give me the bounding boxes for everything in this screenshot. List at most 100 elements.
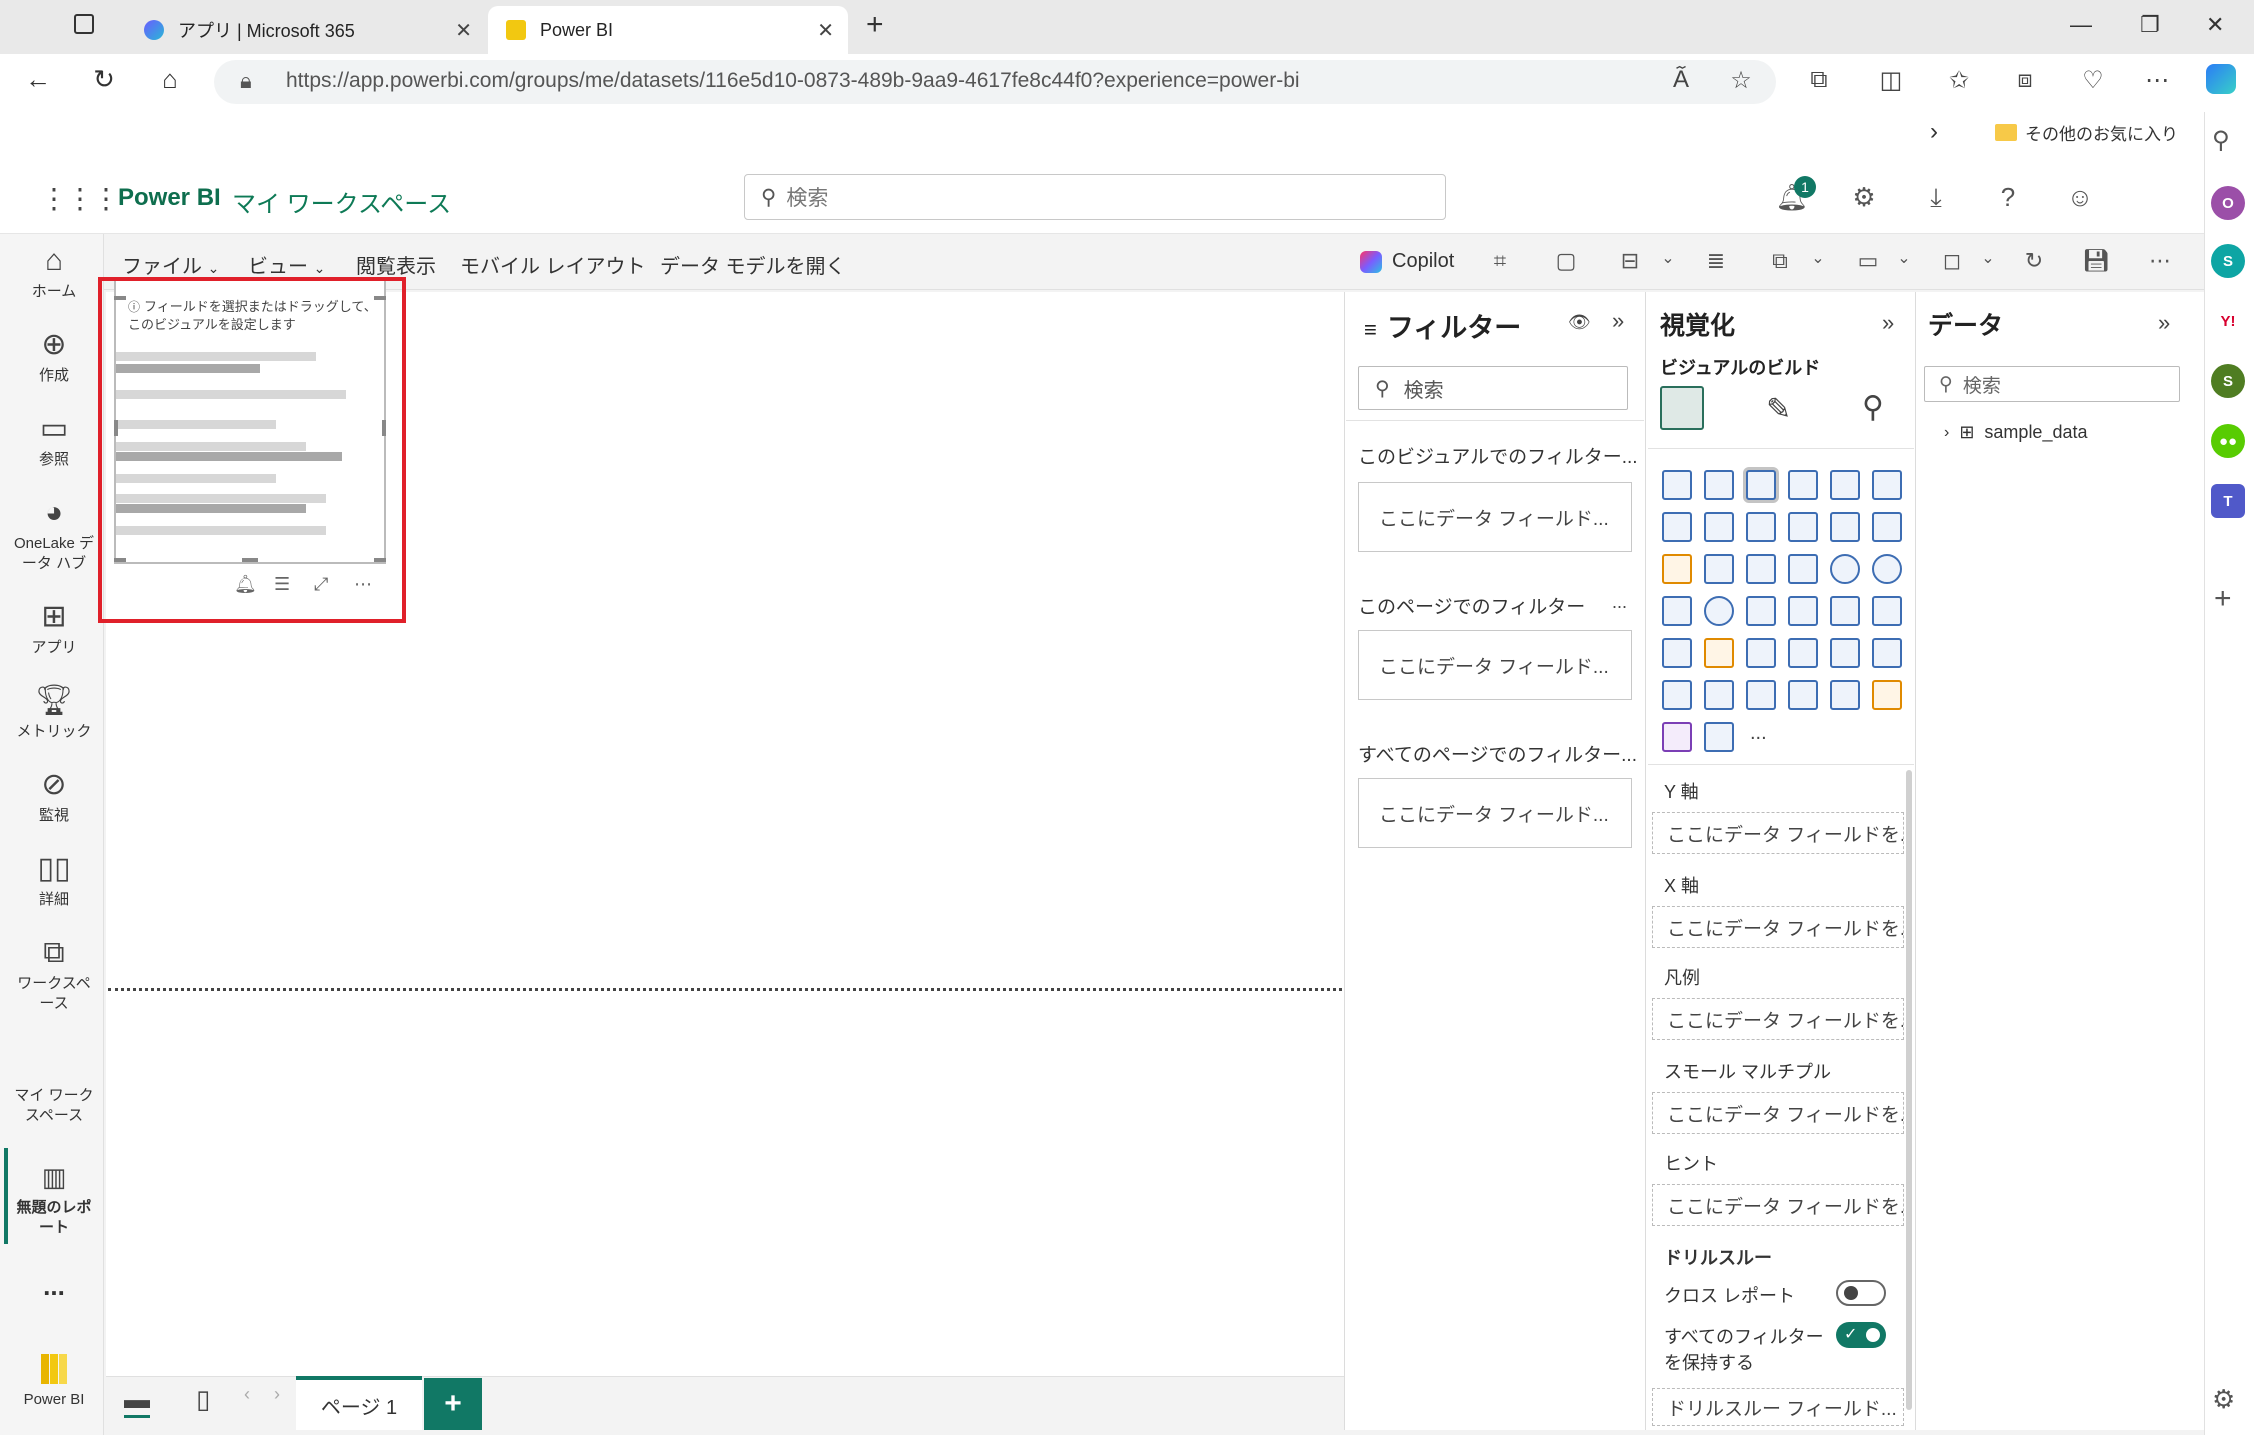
close-tab-icon[interactable]: ✕ — [817, 18, 834, 43]
pie-chart-icon[interactable] — [1830, 554, 1860, 584]
desktop-layout-icon[interactable]: ▬ — [124, 1384, 150, 1418]
close-window-icon[interactable]: ✕ — [2206, 12, 2224, 38]
stacked-bar-chart-icon[interactable] — [1662, 470, 1692, 500]
nav-more[interactable]: ... — [2, 1273, 106, 1299]
read-aloud-icon[interactable]: A᷉ — [1664, 66, 1698, 94]
cross-report-toggle[interactable] — [1836, 1280, 1886, 1306]
duolingo-icon[interactable]: ●● — [2211, 424, 2245, 458]
area-chart-icon[interactable] — [1704, 512, 1734, 542]
chevron-down-icon[interactable]: ⌄ — [1650, 248, 1686, 268]
drillthrough-field-well[interactable]: ドリルスルー フィールド... — [1652, 1388, 1904, 1426]
viz-pane-scrollbar[interactable] — [1906, 770, 1912, 1410]
settings-icon[interactable]: ⚙ — [1846, 182, 1882, 213]
filled-map-icon[interactable] — [1746, 596, 1776, 626]
powerapps-visual-icon[interactable] — [1704, 722, 1734, 752]
100-bar-chart-icon[interactable] — [1830, 470, 1860, 500]
menu-reading-view[interactable]: 閲覧表示 — [356, 250, 436, 279]
app-name[interactable]: Power BI — [118, 184, 221, 212]
stacked-area-chart-icon[interactable] — [1746, 512, 1776, 542]
line-stacked-column-icon[interactable] — [1872, 512, 1902, 542]
save-icon[interactable]: 💾︎ — [2078, 248, 2114, 274]
nav-onelake[interactable]: ◕ OneLake データ ハブ — [2, 496, 106, 574]
table-icon[interactable] — [1788, 638, 1818, 668]
nav-powerbi-footer[interactable]: Power BI — [2, 1354, 106, 1410]
tab-actions-icon[interactable] — [74, 14, 94, 34]
x-axis-well[interactable]: ここにデータ フィールドを... — [1652, 906, 1904, 948]
refresh-report-icon[interactable]: ↻ — [2016, 248, 2052, 274]
waterfall-chart-icon[interactable] — [1704, 554, 1734, 584]
sidebar-search-icon[interactable]: ⚲ — [2212, 126, 2230, 155]
page-filter-more-icon[interactable]: ... — [1612, 592, 1627, 613]
new-tab-button[interactable]: + — [866, 8, 884, 42]
favorites-icon[interactable]: ✩ — [1942, 66, 1976, 95]
filter-well-all-pages[interactable]: ここにデータ フィールド... — [1358, 778, 1632, 848]
line-chart-icon[interactable] — [1662, 512, 1692, 542]
map-icon[interactable] — [1704, 596, 1734, 626]
share-icon[interactable]: ⧉ — [1762, 248, 1798, 274]
nav-monitor[interactable]: ⊘ 監視 — [2, 768, 106, 826]
filter-well-visual[interactable]: ここにデータ フィールド... — [1358, 482, 1632, 552]
legend-well[interactable]: ここにデータ フィールドを... — [1652, 998, 1904, 1040]
filter-well-page[interactable]: ここにデータ フィールド... — [1358, 630, 1632, 700]
data-table-item[interactable]: › ⊞ sample_data — [1944, 422, 2088, 443]
gauge-icon[interactable] — [1830, 596, 1860, 626]
nav-learn[interactable]: ▯▯ 詳細 — [2, 852, 106, 910]
matrix-icon[interactable] — [1830, 638, 1860, 668]
nav-home[interactable]: ⌂ ホーム — [2, 244, 106, 302]
more-options-icon[interactable]: ⋯ — [2142, 248, 2178, 274]
outlook-icon[interactable]: O — [2211, 186, 2245, 220]
view-mode-icon[interactable]: ◻ — [1934, 248, 1970, 274]
small-multiples-well[interactable]: ここにデータ フィールドを... — [1652, 1092, 1904, 1134]
nav-my-workspace[interactable]: マイ ワークスペース — [2, 1086, 106, 1126]
card-icon[interactable] — [1872, 596, 1902, 626]
data-search-input[interactable]: ⚲ 検索 — [1924, 366, 2180, 402]
stacked-column-chart-icon[interactable] — [1704, 470, 1734, 500]
page-tab-1[interactable]: ページ 1 — [296, 1376, 422, 1430]
power-apps-icon[interactable] — [1872, 680, 1902, 710]
copilot-button[interactable]: Copilot — [1360, 250, 1454, 273]
keep-filters-toggle[interactable]: ✓ — [1836, 1322, 1886, 1348]
site-info-icon[interactable]: 🔒︎ — [240, 68, 252, 94]
download-icon[interactable]: ⤓ — [1918, 182, 1954, 214]
menu-open-data-model[interactable]: データ モデルを開く — [660, 250, 846, 279]
multi-row-card-icon[interactable] — [1662, 638, 1692, 668]
help-icon[interactable]: ? — [1990, 182, 2026, 213]
donut-chart-icon[interactable] — [1872, 554, 1902, 584]
collapse-data-icon[interactable]: » — [2158, 310, 2170, 336]
present-icon[interactable]: ▭ — [1850, 248, 1886, 274]
menu-view[interactable]: ビュー ⌄ — [248, 250, 325, 279]
nav-apps[interactable]: ⊞ アプリ — [2, 600, 106, 658]
extensions-icon[interactable]: ⧉ — [1802, 66, 1836, 94]
teams-icon[interactable]: T — [2211, 484, 2245, 518]
kpi-icon[interactable] — [1704, 638, 1734, 668]
copilot-icon[interactable] — [2206, 64, 2236, 94]
goals-icon[interactable] — [1788, 680, 1818, 710]
back-icon[interactable]: ← — [20, 64, 56, 95]
chevron-down-icon[interactable]: ⌄ — [1800, 248, 1836, 268]
nav-create[interactable]: ⊕ 作成 — [2, 328, 106, 386]
tooltips-well[interactable]: ここにデータ フィールドを... — [1652, 1184, 1904, 1226]
key-influencers-icon[interactable] — [1872, 638, 1902, 668]
eye-icon[interactable]: 👁︎ — [1568, 312, 1591, 333]
build-visual-tab-icon[interactable] — [1660, 386, 1704, 430]
subscribe-icon[interactable]: ⊟ — [1612, 248, 1648, 274]
browser-tab-m365[interactable]: アプリ | Microsoft 365 ✕ — [126, 6, 486, 54]
100-area-chart-icon[interactable] — [1788, 512, 1818, 542]
paginated-report-icon[interactable] — [1830, 680, 1860, 710]
power-automate-icon[interactable] — [1662, 722, 1692, 752]
smart-narrative-icon[interactable] — [1746, 680, 1776, 710]
page-prev-icon[interactable]: ‹ — [244, 1384, 250, 1405]
qna-icon[interactable] — [1704, 680, 1734, 710]
ribbon-chart-icon[interactable] — [1662, 554, 1692, 584]
close-tab-icon[interactable]: ✕ — [455, 18, 472, 43]
sharepoint-icon[interactable]: S — [2211, 364, 2245, 398]
mobile-layout-icon[interactable]: ▯ — [196, 1384, 210, 1415]
more-visuals-icon[interactable]: ... — [1750, 722, 1767, 745]
binoculars-icon[interactable]: ⌗ — [1482, 248, 1518, 274]
add-page-button[interactable]: + — [424, 1378, 482, 1430]
chevron-down-icon[interactable]: ⌄ — [1886, 248, 1922, 268]
nav-workspaces[interactable]: ⧉ ワークスペース — [2, 936, 106, 1014]
menu-mobile-layout[interactable]: モバイル レイアウト — [460, 250, 646, 279]
home-browser-icon[interactable]: ⌂ — [152, 64, 188, 95]
split-screen-icon[interactable]: ◫ — [1874, 66, 1908, 95]
